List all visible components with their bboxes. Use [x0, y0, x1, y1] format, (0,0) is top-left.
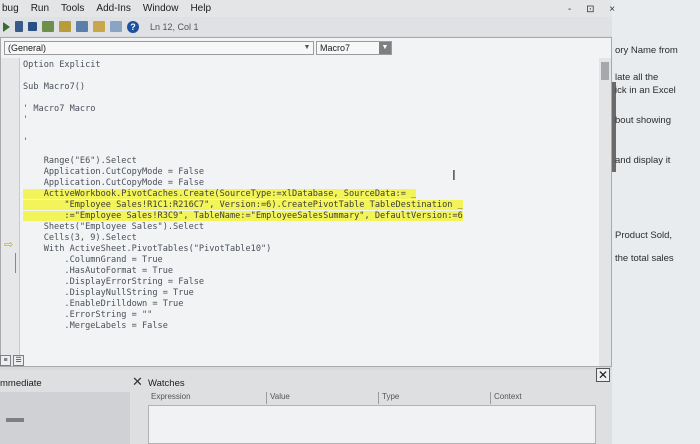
menu-run[interactable]: Run	[31, 3, 49, 14]
code-editor[interactable]: Option Explicit Sub Macro7() ' Macro7 Ma…	[23, 58, 597, 366]
procedure-dropdown[interactable]: Macro7 ▼	[316, 41, 392, 55]
design-mode-icon[interactable]	[42, 21, 54, 32]
procedure-dropdown-value: Macro7	[320, 43, 351, 53]
code-margin[interactable]: ⇨	[1, 58, 20, 366]
code-line: Option Explicit	[23, 60, 101, 70]
immediate-window[interactable]	[0, 392, 130, 444]
code-line: .DisplayNullString = True	[23, 288, 194, 298]
chevron-down-icon: ▼	[379, 42, 391, 54]
project-explorer-icon[interactable]	[59, 21, 71, 32]
object-browser-icon[interactable]	[93, 21, 105, 32]
menu-window[interactable]: Window	[143, 3, 179, 14]
cursor-position: Ln 12, Col 1	[150, 21, 199, 32]
procedure-view-icon[interactable]: ≡	[0, 355, 11, 366]
code-line: .HasAutoFormat = True	[23, 266, 174, 276]
code-line: '	[23, 137, 29, 147]
code-line: ' Macro7 Macro	[23, 104, 96, 114]
code-line: Cells(3, 9).Select	[23, 233, 137, 243]
text-cursor-icon: I	[452, 169, 456, 184]
immediate-scroll-handle[interactable]	[6, 418, 24, 422]
window-controls[interactable]: - ⊡ ×	[568, 4, 621, 15]
close-icon[interactable]: ✕	[596, 368, 610, 382]
watches-col-type[interactable]: Type	[378, 392, 399, 404]
menu-add-ins[interactable]: Add-Ins	[96, 3, 130, 14]
code-line: Application.CutCopyMode = False	[23, 167, 205, 177]
watches-col-context[interactable]: Context	[490, 392, 522, 404]
scrollbar-thumb[interactable]	[601, 62, 609, 80]
menu-help[interactable]: Help	[190, 3, 211, 14]
code-line-highlighted: "Employee Sales!R1C1:R216C7", Version:=6…	[23, 200, 463, 210]
reset-icon[interactable]	[28, 22, 37, 31]
bg-text-line: bout showing	[615, 115, 671, 126]
menu-debug[interactable]: bug	[2, 3, 19, 14]
bg-text-line: Product Sold,	[615, 230, 673, 241]
code-line: Application.CutCopyMode = False	[23, 178, 205, 188]
bottom-panes: mmediate ✕ Watches ✕ Expression Value Ty…	[0, 368, 612, 444]
code-scrollbar[interactable]	[599, 58, 611, 366]
break-icon[interactable]	[15, 21, 23, 32]
code-line: Range("E6").Select	[23, 156, 137, 166]
code-line-highlighted: ActiveWorkbook.PivotCaches.Create(Source…	[23, 189, 417, 199]
code-line-highlighted: :="Employee Sales!R3C9", TableName:="Emp…	[23, 211, 463, 221]
watches-col-value[interactable]: Value	[266, 392, 290, 404]
bg-text-line: late all the	[615, 72, 659, 83]
background-document: ory Name from late all the ick in an Exc…	[612, 0, 700, 444]
code-line: .DisplayErrorString = False	[23, 277, 205, 287]
bg-text-line: ick in an Excel	[615, 85, 676, 96]
watches-col-expression[interactable]: Expression	[148, 392, 191, 404]
run-icon[interactable]	[3, 21, 10, 32]
code-line: Sub Macro7()	[23, 82, 86, 92]
code-line: .ErrorString = ""	[23, 310, 153, 320]
close-icon[interactable]: ✕	[132, 374, 143, 390]
code-window: (General) ▼ Macro7 ▼ ⇨ Option Explicit S…	[0, 37, 612, 367]
bg-text-line: the total sales	[615, 253, 674, 264]
menu-tools[interactable]: Tools	[61, 3, 84, 14]
toolbox-icon[interactable]	[110, 21, 122, 32]
chevron-down-icon: ▼	[303, 44, 311, 51]
watches-window-title: Watches	[148, 378, 185, 389]
view-toggle: ≡ ☰	[0, 355, 28, 367]
menu-bar: bug Run Tools Add-Ins Window Help	[0, 0, 612, 17]
next-statement-arrow-icon: ⇨	[4, 239, 14, 251]
watches-header: Expression Value Type Context	[148, 392, 596, 404]
bg-text-line: ory Name from	[615, 45, 678, 56]
properties-icon[interactable]	[76, 21, 88, 32]
code-line: '	[23, 115, 29, 125]
object-dropdown[interactable]: (General) ▼	[4, 41, 314, 55]
margin-indicator	[15, 253, 16, 273]
code-line: .EnableDrilldown = True	[23, 299, 184, 309]
code-line: Sheets("Employee Sales").Select	[23, 222, 205, 232]
help-icon[interactable]: ?	[127, 20, 139, 33]
toolbar: ? Ln 12, Col 1	[0, 17, 612, 36]
bg-text-line: and display it	[615, 155, 671, 166]
code-line: .ColumnGrand = True	[23, 255, 163, 265]
watches-list[interactable]	[148, 405, 596, 444]
code-line: .MergeLabels = False	[23, 321, 168, 331]
code-line: With ActiveSheet.PivotTables("PivotTable…	[23, 244, 272, 254]
immediate-window-title: mmediate	[0, 378, 42, 389]
object-dropdown-value: (General)	[8, 43, 47, 53]
full-module-view-icon[interactable]: ☰	[13, 355, 24, 366]
